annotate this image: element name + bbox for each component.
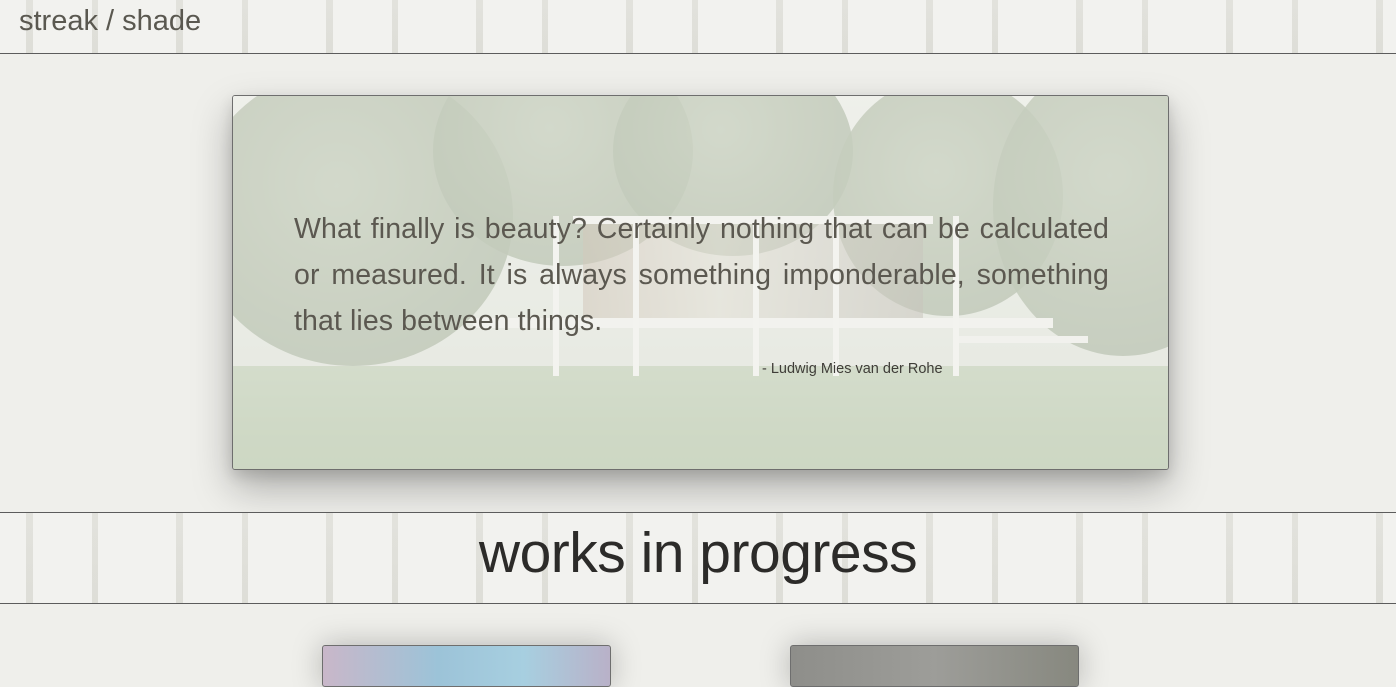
header-bar: [0, 0, 1396, 54]
quote-author: - Ludwig Mies van der Rohe: [762, 361, 943, 377]
quote-text: What finally is beauty? Certainly nothin…: [294, 213, 1109, 337]
work-thumbnail[interactable]: [322, 645, 611, 687]
site-title-link[interactable]: streak / shade: [19, 5, 201, 38]
work-thumbnail[interactable]: [790, 645, 1079, 687]
quote-card: What finally is beauty? Certainly nothin…: [232, 95, 1169, 470]
works-in-progress-heading: works in progress: [478, 521, 918, 585]
